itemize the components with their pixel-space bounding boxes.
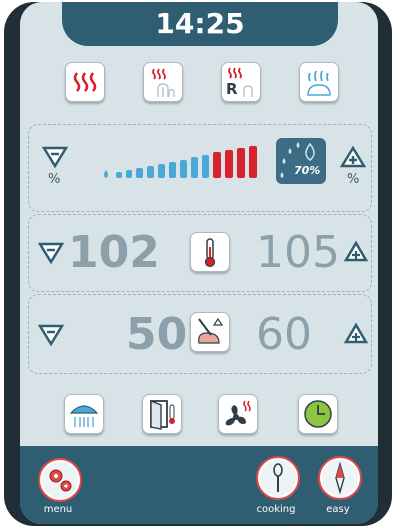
- easy-compass-icon: [335, 461, 345, 495]
- thermometer-button[interactable]: [190, 232, 230, 272]
- door-temp-button[interactable]: [142, 394, 182, 434]
- fan-speed-button[interactable]: [218, 394, 258, 434]
- thermometer-icon: [204, 238, 216, 268]
- menu-button[interactable]: [38, 458, 82, 502]
- cooking-spoon-icon: [273, 463, 283, 492]
- menu-label: menu: [43, 504, 73, 515]
- temperature-set-value[interactable]: 102: [68, 228, 160, 278]
- humidity-percent-label-right: %: [347, 172, 360, 187]
- temperature-increase-button[interactable]: [342, 238, 370, 266]
- humidity-decrease-button[interactable]: [40, 142, 70, 172]
- gears-icon: [49, 469, 72, 492]
- screen: 14:25 R % 70% % 102 105 50 60 menu cooki…: [20, 2, 378, 524]
- timer-clock-icon: [304, 400, 332, 428]
- fan-speed-icon: [225, 400, 251, 426]
- humidity-increase-button[interactable]: [338, 142, 368, 172]
- regeneration-button[interactable]: R: [221, 62, 261, 102]
- humidity-bar-graph[interactable]: [98, 140, 268, 184]
- dry-heat-icon: [73, 72, 97, 92]
- timer-button[interactable]: [298, 394, 338, 434]
- core-probe-actual-value: 60: [256, 309, 312, 360]
- cooking-button[interactable]: [256, 456, 300, 500]
- dry-heat-button[interactable]: [65, 62, 105, 102]
- core-probe-increase-button[interactable]: [342, 320, 370, 348]
- humidity-readout: 70%: [294, 164, 321, 177]
- core-probe-icon: [198, 317, 224, 344]
- device-frame: 14:25 R % 70% % 102 105 50 60 menu cooki…: [4, 2, 392, 526]
- steam-button[interactable]: [299, 62, 339, 102]
- easy-label: easy: [326, 504, 350, 515]
- humidity-drops-icon: [280, 142, 315, 178]
- combi-steam-button[interactable]: [143, 62, 183, 102]
- combi-steam-icon: [152, 68, 175, 97]
- humidity-bars: [104, 146, 257, 178]
- shower-button[interactable]: [64, 394, 104, 434]
- core-probe-decrease-button[interactable]: [36, 320, 66, 350]
- clock-display: 14:25: [62, 2, 338, 46]
- humidity-readout-badge: 70%: [276, 138, 326, 184]
- bottom-nav-bar: menu cooking easy: [20, 446, 378, 524]
- core-probe-set-value[interactable]: 50: [126, 310, 187, 360]
- door-temp-icon: [150, 399, 175, 430]
- regeneration-label: R: [226, 80, 238, 98]
- shower-icon: [69, 405, 99, 427]
- temperature-decrease-button[interactable]: [36, 238, 66, 268]
- easy-button[interactable]: [318, 456, 362, 500]
- core-probe-button[interactable]: [190, 312, 230, 352]
- humidity-percent-label-left: %: [48, 172, 61, 187]
- steam-icon: [307, 70, 331, 96]
- cooking-label: cooking: [256, 504, 296, 515]
- temperature-actual-value: 105: [256, 227, 340, 278]
